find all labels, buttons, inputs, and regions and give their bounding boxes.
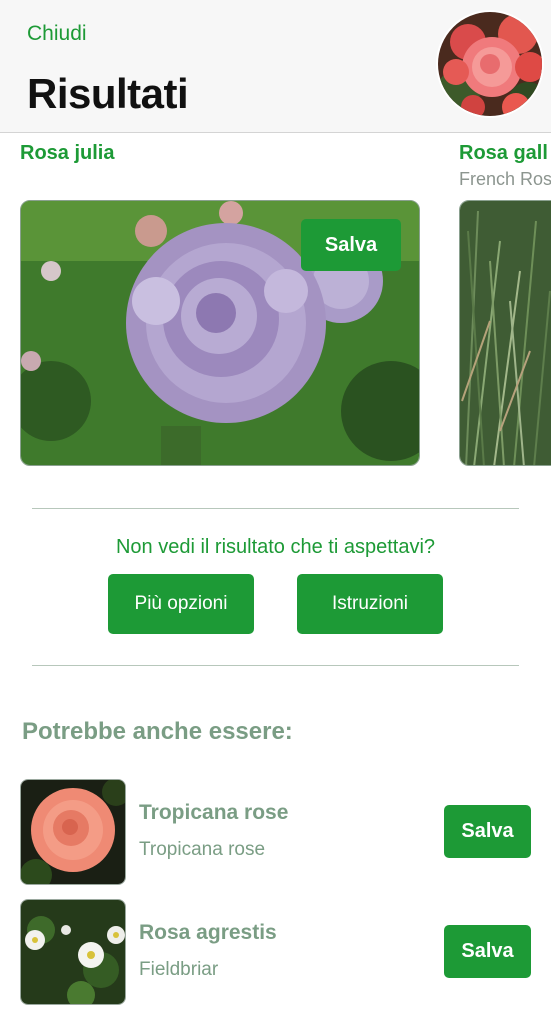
rosa-julia-photo[interactable]: Salva [20,200,420,466]
result-card-rosa-julia[interactable]: Rosa julia Salva [20,134,420,466]
plant-common-name: Fieldbriar [139,959,219,980]
query-photo[interactable] [436,10,544,118]
plant-name: Tropicana rose [139,801,289,824]
card-subtitle: French Ros [459,169,551,189]
instructions-button[interactable]: Istruzioni [297,574,443,634]
save-button[interactable]: Salva [444,805,531,858]
result-card-rosa-gallica[interactable]: Rosa gall French Ros [459,134,551,466]
rosa-gallica-photo[interactable] [459,200,551,466]
rosa-agrestis-thumbnail[interactable] [20,899,126,1005]
divider [32,508,519,509]
close-button[interactable]: Chiudi [27,22,87,46]
save-button[interactable]: Salva [444,925,531,978]
header-bar: Chiudi Risultati [0,0,551,133]
divider [32,665,519,666]
tropicana-rose-thumbnail[interactable] [20,779,126,885]
results-carousel[interactable]: Rosa julia Salva Rosa gall French Ros [0,134,551,479]
results-screen: Chiudi Risultati Rosa julia Salva Rosa g… [0,0,551,1024]
more-options-button[interactable]: Più opzioni [108,574,254,634]
list-item[interactable]: Tropicana rose Tropicana rose Salva [0,779,551,885]
page-title: Risultati [27,70,189,117]
card-title: Rosa gall [459,142,548,164]
card-title: Rosa julia [20,142,115,164]
plant-common-name: Tropicana rose [139,839,266,860]
list-item[interactable]: Rosa agrestis Fieldbriar Salva [0,899,551,1005]
feedback-question: Non vedi il risultato che ti aspettavi? [115,536,436,558]
save-button[interactable]: Salva [301,219,401,271]
alternatives-heading: Potrebbe anche essere: [22,718,293,745]
plant-name: Rosa agrestis [139,921,277,944]
